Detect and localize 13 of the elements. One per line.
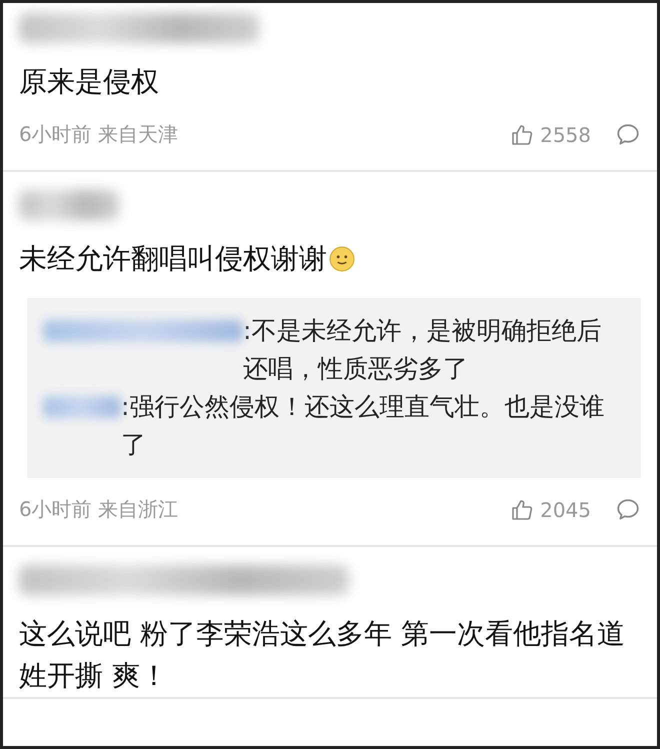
comment-text: 未经允许翻唱叫侵权谢谢 bbox=[19, 241, 327, 277]
comment-text: 原来是侵权 bbox=[19, 64, 159, 100]
thumbs-up-icon[interactable] bbox=[510, 122, 534, 146]
comment-icon[interactable] bbox=[615, 122, 641, 148]
comment-time: 6小时前 来自天津 bbox=[19, 121, 178, 148]
comment-text: 这么说吧 粉了李荣浩这么多年 第一次看他指名道姓开撕 爽！ bbox=[19, 617, 625, 692]
comment-time: 6小时前 来自浙江 bbox=[19, 496, 178, 523]
like-count: 2558 bbox=[540, 122, 591, 146]
thumbs-up-icon[interactable] bbox=[510, 498, 534, 522]
reply-text: :强行公然侵权！还这么理直气壮。也是没谁了 bbox=[121, 391, 606, 461]
comment-icon[interactable] bbox=[615, 496, 641, 522]
like-count: 2045 bbox=[540, 498, 591, 522]
reply-text: :不是未经允许，是被明确拒绝后还唱，性质恶劣多了 bbox=[243, 315, 602, 385]
